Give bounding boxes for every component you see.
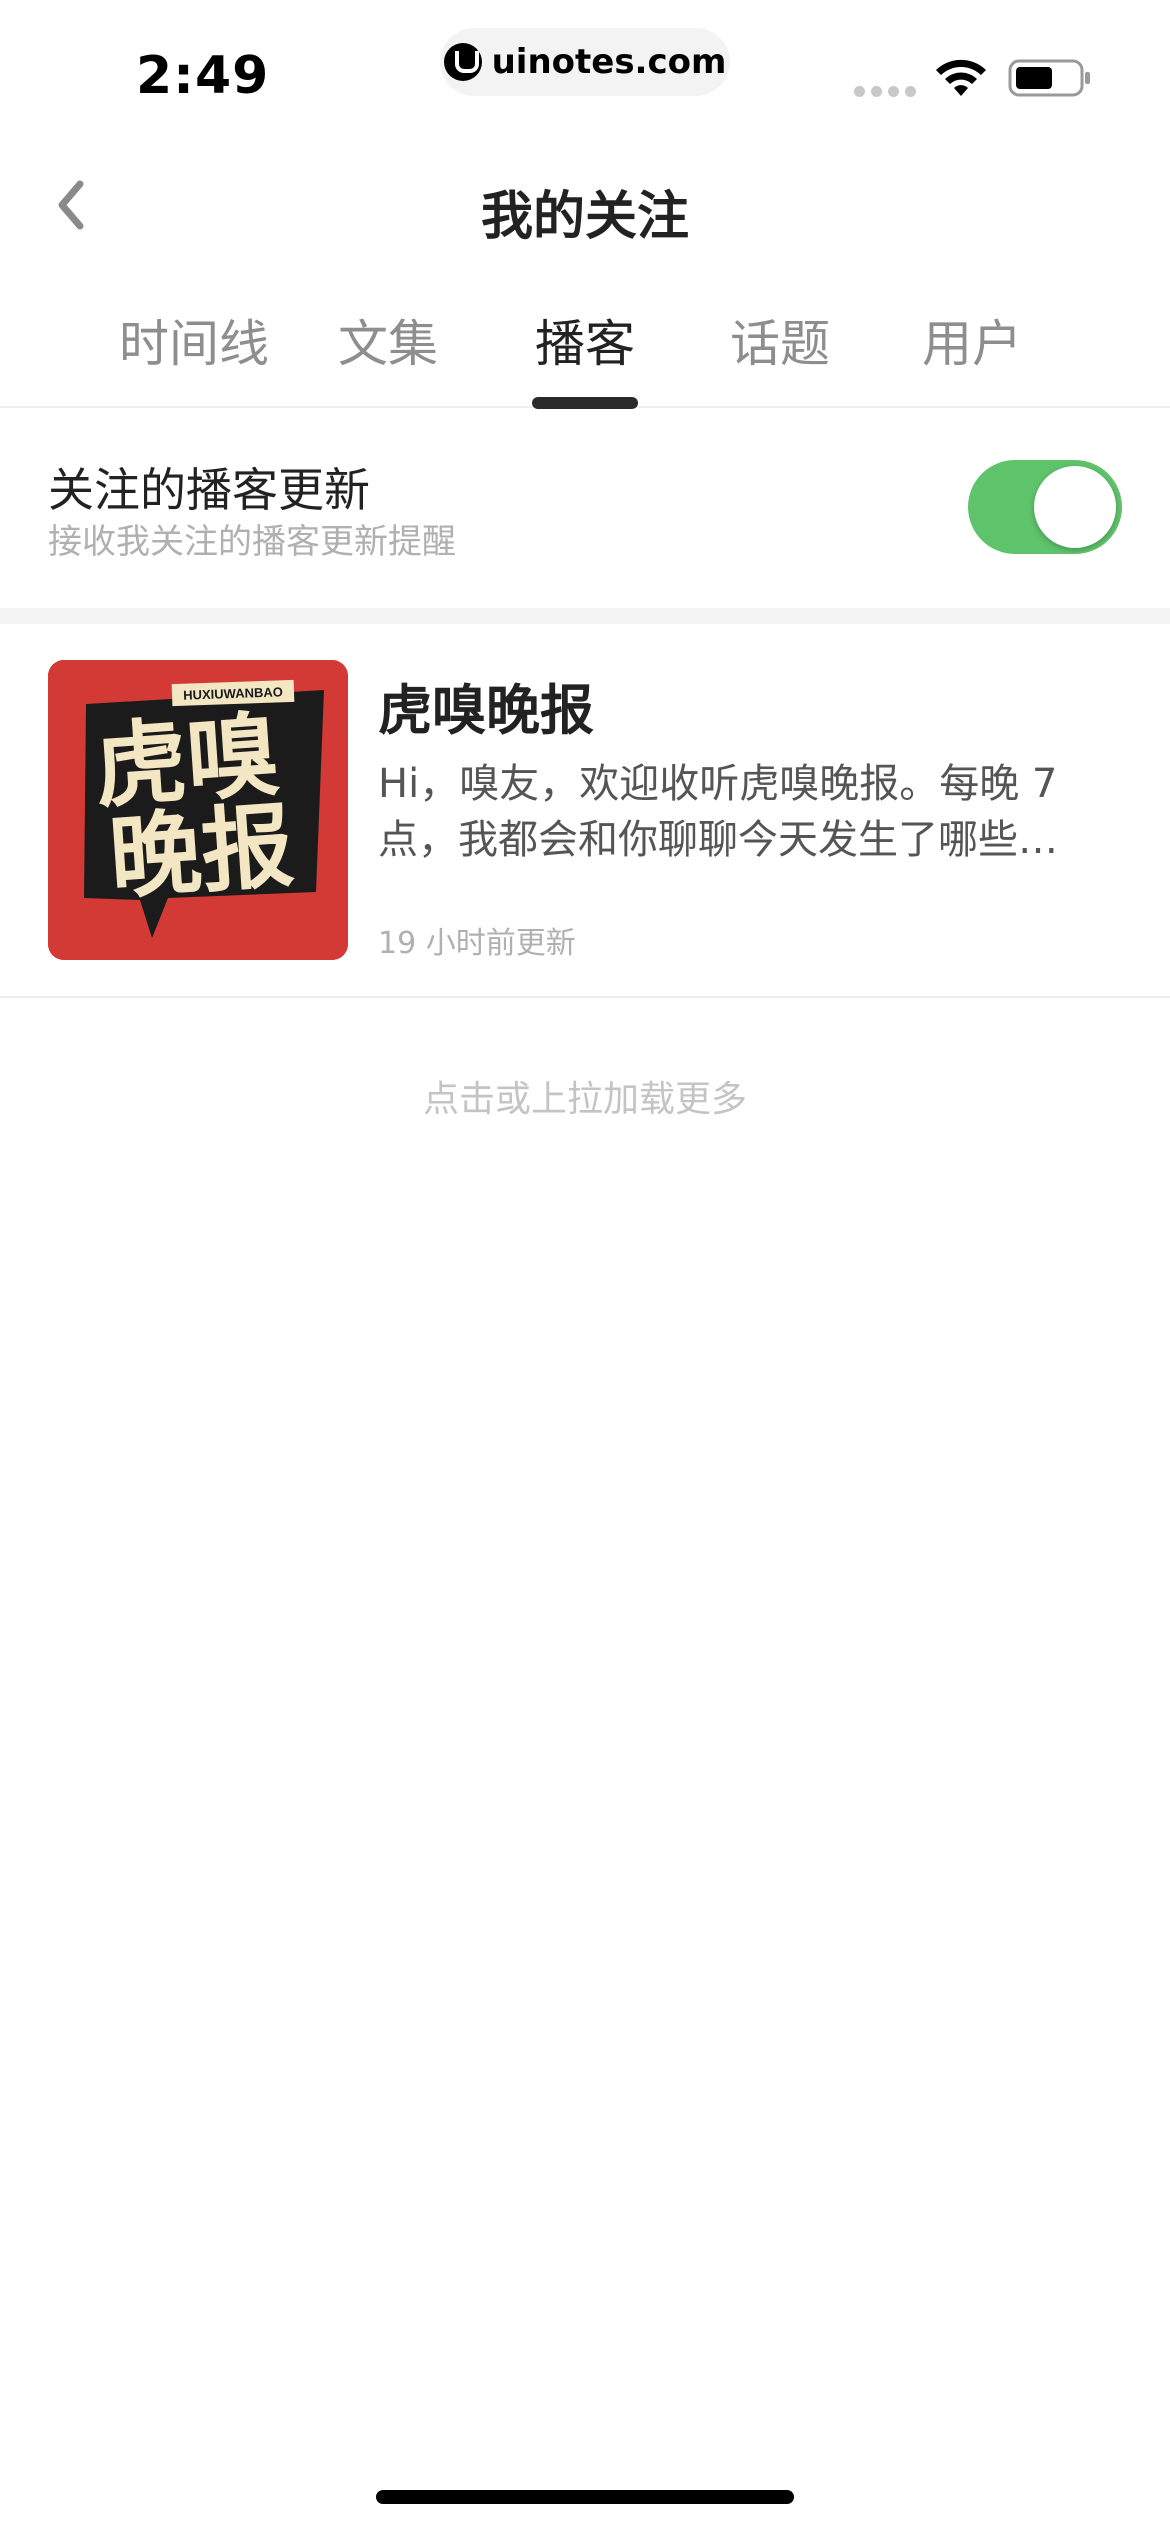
tab-podcasts[interactable]: 播客 xyxy=(495,304,675,376)
url-pill[interactable]: uinotes.com xyxy=(440,28,730,96)
podcast-description: Hi，嗅友，欢迎收听虎嗅晚报。每晚 7 点，我都会和你聊聊今天发生了哪些… xyxy=(378,761,1058,863)
page-title: 我的关注 xyxy=(480,187,689,247)
section-divider xyxy=(0,608,1170,624)
tab-timeline[interactable]: 时间线 xyxy=(104,304,284,376)
home-indicator[interactable] xyxy=(376,2490,794,2504)
podcast-updated-time: 19 小时前更新 xyxy=(378,926,576,961)
signal-icon xyxy=(854,86,916,97)
toggle-knob xyxy=(1034,466,1116,548)
status-bar: 2:49 uinotes.com xyxy=(0,0,1170,130)
podcast-cover-art: HUXIUWANBAO 虎嗅 晚报 xyxy=(48,660,348,960)
setting-description: 接收我关注的播客更新提醒 xyxy=(48,522,456,562)
podcast-update-toggle[interactable] xyxy=(968,460,1122,554)
wifi-icon xyxy=(936,59,986,96)
podcast-name: 虎嗅晚报 xyxy=(378,679,594,742)
status-time: 2:49 xyxy=(136,46,270,106)
tab-bar: 时间线 文集 播客 话题 用户 xyxy=(0,290,1170,409)
load-more-button[interactable]: 点击或上拉加载更多 xyxy=(0,1070,1170,1122)
tab-users[interactable]: 用户 xyxy=(882,304,1062,376)
site-logo-icon xyxy=(443,43,482,81)
list-item[interactable]: HUXIUWANBAO 虎嗅 晚报 虎嗅晚报 Hi，嗅友，欢迎收听虎嗅晚报。每晚… xyxy=(0,624,1170,998)
url-text: uinotes.com xyxy=(491,42,727,82)
tab-collections[interactable]: 文集 xyxy=(298,304,478,376)
podcast-update-setting: 关注的播客更新 接收我关注的播客更新提醒 xyxy=(0,408,1170,608)
setting-title: 关注的播客更新 xyxy=(48,463,370,517)
battery-icon xyxy=(1008,59,1090,97)
podcast-cover: HUXIUWANBAO 虎嗅 晚报 xyxy=(48,660,348,960)
page: 2:49 uinotes.com 我的关注 时间线 文集 播客 话题 用户 关注… xyxy=(0,0,1170,2532)
nav-bar: 我的关注 xyxy=(0,150,1170,260)
cover-title-line2: 晚报 xyxy=(106,792,297,912)
tab-topics[interactable]: 话题 xyxy=(690,304,870,376)
